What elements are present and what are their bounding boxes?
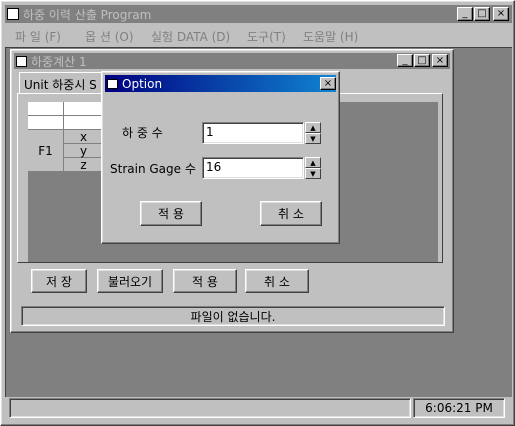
clock-text: 6:06:21 PM: [425, 401, 493, 415]
spin-up-icon[interactable]: ▲: [305, 122, 321, 133]
tab-unit-load[interactable]: Unit 하중시 S: [19, 72, 111, 94]
spin-down-icon[interactable]: ▼: [305, 168, 321, 179]
load-count-label: 하 중 수: [122, 126, 163, 140]
maximize-icon: □: [417, 54, 427, 66]
gage-count-input[interactable]: 16: [202, 157, 304, 179]
tab-label: Unit 하중시 S: [24, 78, 97, 92]
dialog-cancel-button[interactable]: 취 소: [260, 201, 322, 226]
statusbar-main-panel: [9, 398, 411, 418]
load-count-stepper[interactable]: ▲ ▼: [305, 122, 321, 144]
app-title: 하중 이력 산출 Program: [23, 7, 152, 22]
dialog-close-button[interactable]: ×: [320, 77, 336, 90]
child-minimize-button[interactable]: _: [397, 54, 413, 67]
dialog-titlebar[interactable]: Option: [105, 75, 336, 92]
app-icon: [7, 8, 19, 20]
close-icon: ×: [323, 77, 333, 89]
menu-help[interactable]: 도움말 (H): [303, 28, 358, 45]
child-status-text: 파일이 없습니다.: [190, 309, 276, 324]
cancel-button[interactable]: 취 소: [245, 269, 309, 293]
minimize-button[interactable]: _: [457, 7, 473, 21]
menu-tools[interactable]: 도구(T): [247, 28, 286, 45]
row-label-f1: F1: [38, 143, 53, 158]
maximize-icon: □: [477, 8, 487, 19]
close-icon: ×: [435, 54, 445, 66]
child-close-button[interactable]: ×: [432, 54, 448, 67]
grid-axis-z: z: [64, 158, 104, 172]
main-titlebar[interactable]: 하중 이력 산출 Program: [5, 5, 512, 23]
dialog-icon: [107, 78, 118, 89]
child-title: 하중계산 1: [31, 54, 87, 69]
grid-header-cell: [28, 102, 64, 116]
grid-header-cell: [28, 116, 64, 130]
menu-test-data[interactable]: 실험 DATA (D): [151, 28, 230, 45]
close-button[interactable]: ×: [493, 7, 509, 21]
maximize-button[interactable]: □: [474, 7, 490, 21]
minimize-icon: _: [402, 54, 408, 66]
grid-axis-y: y: [64, 144, 104, 158]
spin-down-icon[interactable]: ▼: [305, 133, 321, 144]
grid-header-cell: [64, 102, 104, 116]
grid-row-label: F1: [28, 130, 64, 172]
child-icon: [16, 55, 27, 67]
spin-up-icon[interactable]: ▲: [305, 157, 321, 168]
menu-file[interactable]: 파 일 (F): [15, 28, 61, 45]
gage-count-label: Strain Gage 수: [110, 162, 196, 176]
grid-axis-x: x: [64, 130, 104, 144]
dialog-apply-button[interactable]: 적 용: [140, 201, 202, 226]
gage-count-stepper[interactable]: ▲ ▼: [305, 157, 321, 179]
grid-header-cell: [64, 116, 104, 130]
load-button[interactable]: 불러오기: [97, 269, 163, 293]
statusbar-time-panel: 6:06:21 PM: [413, 398, 505, 418]
option-dialog: Option × 하 중 수 1 ▲ ▼ Strain Gage 수 16 ▲ …: [101, 71, 340, 244]
save-button[interactable]: 저 장: [31, 269, 87, 293]
close-icon: ×: [496, 8, 506, 19]
child-maximize-button[interactable]: □: [414, 54, 430, 67]
child-titlebar[interactable]: 하중계산 1: [14, 53, 450, 69]
apply-button[interactable]: 적 용: [173, 269, 237, 293]
dialog-title: Option: [122, 76, 163, 91]
minimize-icon: _: [462, 8, 468, 19]
child-status-bar: 파일이 없습니다.: [21, 306, 445, 326]
load-count-input[interactable]: 1: [202, 122, 304, 144]
menu-option[interactable]: 옵 션 (O): [85, 28, 134, 45]
